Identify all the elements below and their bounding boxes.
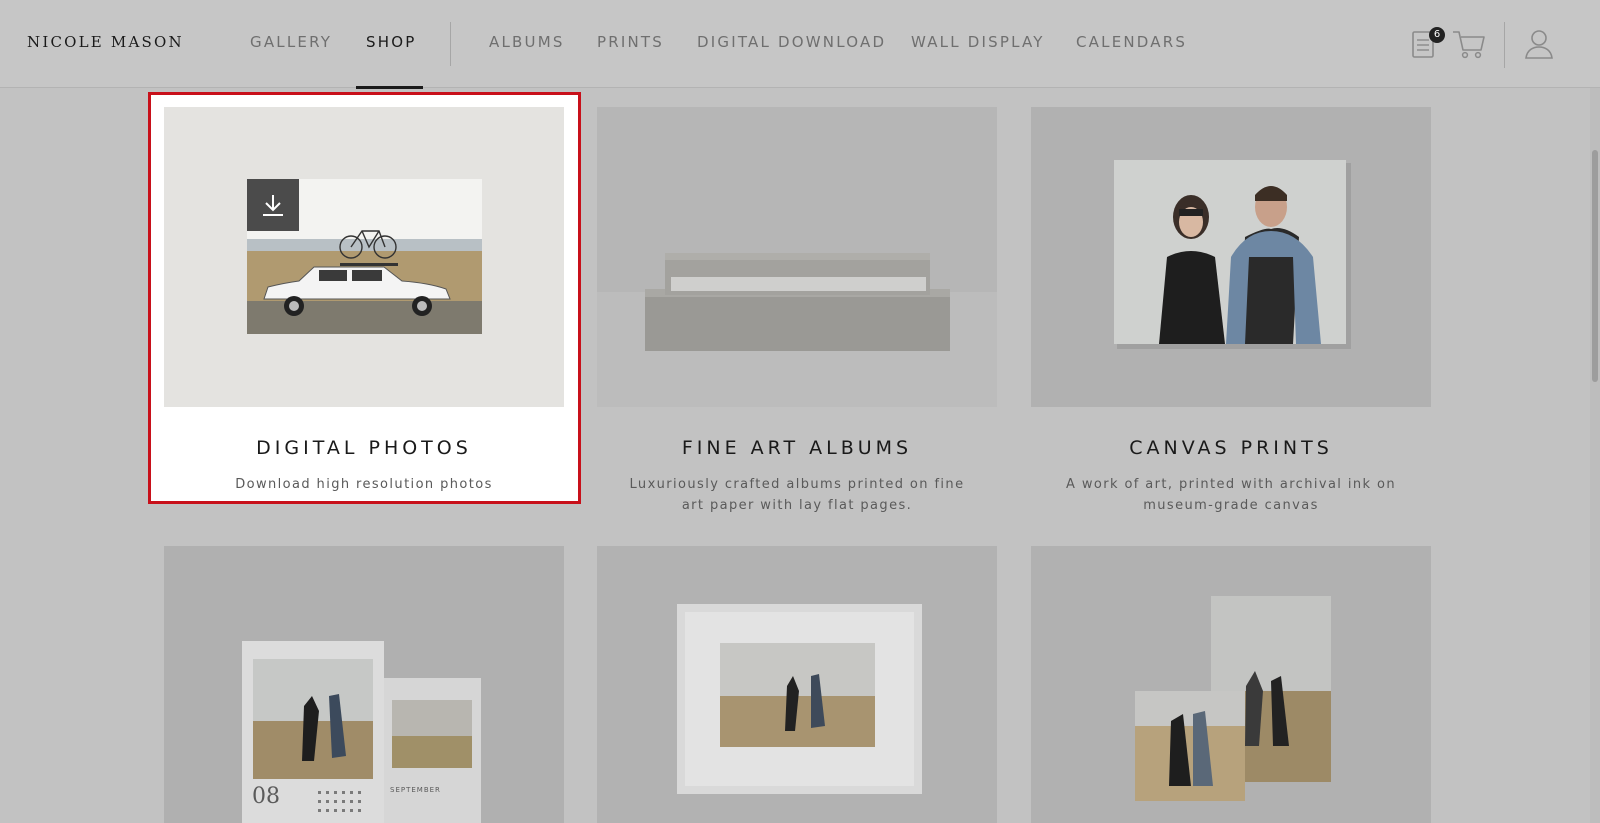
nav-divider (450, 22, 451, 66)
nav-prints[interactable]: PRINTS (597, 33, 664, 51)
product-card-calendar[interactable]: 08 SEPTEMBER (164, 546, 564, 823)
nav-wall-display[interactable]: WALL DISPLAY (911, 33, 1045, 51)
product-card-prints[interactable] (1031, 546, 1431, 823)
product-description: A work of art, printed with archival ink… (1066, 477, 1396, 513)
product-image (597, 546, 997, 823)
nav-active-indicator (356, 86, 423, 89)
site-header: NICOLE MASON GALLERY SHOP ALBUMS PRINTS … (0, 0, 1600, 89)
product-image (597, 107, 997, 407)
product-image (164, 107, 564, 407)
cart-icon[interactable] (1452, 28, 1486, 64)
nav-shop[interactable]: SHOP (366, 33, 416, 51)
header-icon-divider (1504, 22, 1505, 68)
site-logo[interactable]: NICOLE MASON (27, 33, 184, 51)
product-image (1031, 546, 1431, 823)
product-title: FINE ART ALBUMS (681, 437, 913, 459)
nav-albums[interactable]: ALBUMS (489, 33, 565, 51)
nav-calendars[interactable]: CALENDARS (1076, 33, 1187, 51)
page-scrollbar-thumb[interactable] (1592, 150, 1598, 382)
product-title: DIGITAL PHOTOS (256, 437, 472, 459)
orders-badge: 6 (1429, 27, 1445, 43)
product-card-digital-photos[interactable]: DIGITAL PHOTOS Download high resolution … (164, 107, 564, 497)
product-description: Download high resolution photos (235, 477, 493, 492)
product-title: CANVAS PRINTS (1129, 437, 1333, 459)
account-icon[interactable] (1524, 28, 1554, 64)
product-card-canvas-prints[interactable]: CANVAS PRINTS A work of art, printed wit… (1031, 107, 1431, 513)
nav-gallery[interactable]: GALLERY (250, 33, 332, 51)
calendar-month-name: SEPTEMBER (390, 786, 441, 794)
download-icon (262, 193, 284, 221)
product-image: 08 SEPTEMBER (164, 546, 564, 823)
product-card-framed-print[interactable] (597, 546, 997, 823)
product-image (1031, 107, 1431, 407)
product-card-fine-art-albums[interactable]: FINE ART ALBUMS Luxuriously crafted albu… (597, 107, 997, 513)
product-description: Luxuriously crafted albums printed on fi… (629, 477, 965, 513)
nav-digital-download[interactable]: DIGITAL DOWNLOAD (697, 33, 886, 51)
calendar-month-number: 08 (252, 784, 280, 809)
